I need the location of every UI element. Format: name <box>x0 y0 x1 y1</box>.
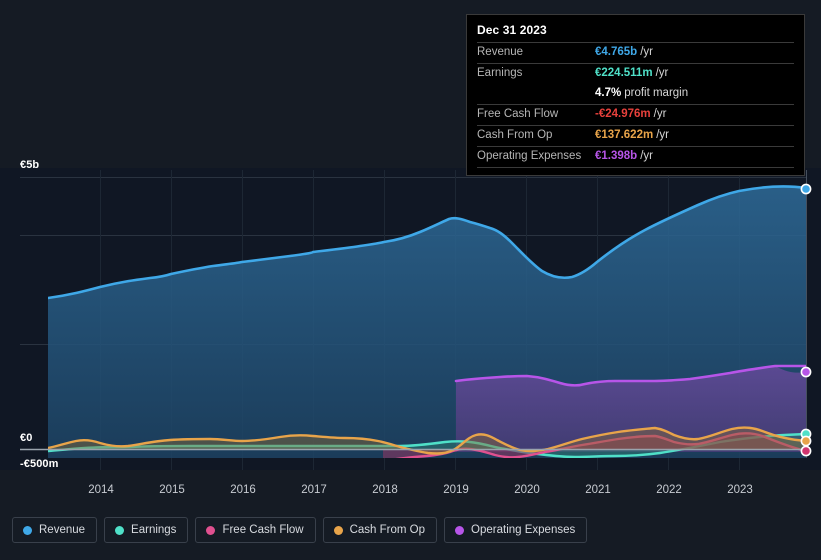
tooltip-value-revenue: €4.765b <box>595 46 637 58</box>
x-axis-label-2019: 2019 <box>443 484 469 496</box>
tooltip-row-profit-margin: 4.7% profit margin <box>477 84 794 104</box>
x-axis-label-2022: 2022 <box>656 484 682 496</box>
chart-screenshot: €5b €0 -€500m 2014 2015 2016 2017 2018 2… <box>0 0 821 560</box>
tooltip-key-earnings: Earnings <box>477 67 595 79</box>
legend-item-free-cash-flow[interactable]: Free Cash Flow <box>195 517 315 543</box>
x-axis-label-2020: 2020 <box>514 484 540 496</box>
endpoint-free-cash-flow <box>801 446 810 455</box>
legend-label-earnings: Earnings <box>131 524 176 536</box>
legend-item-revenue[interactable]: Revenue <box>12 517 97 543</box>
tooltip-unit-operating-expenses: /yr <box>640 150 653 162</box>
endpoint-operating-expenses <box>801 367 810 376</box>
legend-label-revenue: Revenue <box>39 524 85 536</box>
legend-label-operating-expenses: Operating Expenses <box>471 524 575 536</box>
tooltip-value-profit-margin: 4.7% <box>595 87 621 99</box>
data-tooltip: Dec 31 2023 Revenue €4.765b /yr Earnings… <box>466 14 805 176</box>
x-axis-label-2014: 2014 <box>88 484 114 496</box>
legend-dot-cash-from-op <box>334 526 343 535</box>
tooltip-row-operating-expenses: Operating Expenses €1.398b /yr <box>477 146 794 168</box>
legend-dot-revenue <box>23 526 32 535</box>
tooltip-unit-cash-from-op: /yr <box>656 129 669 141</box>
tooltip-date: Dec 31 2023 <box>477 21 794 42</box>
tooltip-value-cash-from-op: €137.622m <box>595 129 653 141</box>
tooltip-value-free-cash-flow: -€24.976m <box>595 108 651 120</box>
tooltip-unit-profit-margin: profit margin <box>624 87 688 99</box>
y-axis-label-top: €5b <box>20 159 39 171</box>
legend-dot-earnings <box>115 526 124 535</box>
x-axis-label-2016: 2016 <box>230 484 256 496</box>
endpoint-revenue <box>801 184 810 193</box>
tooltip-key-free-cash-flow: Free Cash Flow <box>477 108 595 120</box>
y-axis-label-zero: €0 <box>20 432 32 444</box>
tooltip-unit-revenue: /yr <box>640 46 653 58</box>
tooltip-row-cash-from-op: Cash From Op €137.622m /yr <box>477 125 794 146</box>
tooltip-row-earnings: Earnings €224.511m /yr <box>477 63 794 84</box>
x-axis-label-2015: 2015 <box>159 484 185 496</box>
legend-item-operating-expenses[interactable]: Operating Expenses <box>444 517 587 543</box>
legend-label-free-cash-flow: Free Cash Flow <box>222 524 303 536</box>
tooltip-key-revenue: Revenue <box>477 46 595 58</box>
x-axis-label-2023: 2023 <box>727 484 753 496</box>
legend-dot-operating-expenses <box>455 526 464 535</box>
legend-item-cash-from-op[interactable]: Cash From Op <box>323 517 437 543</box>
tooltip-unit-earnings: /yr <box>656 67 669 79</box>
tooltip-value-earnings: €224.511m <box>595 67 653 79</box>
tooltip-key-cash-from-op: Cash From Op <box>477 129 595 141</box>
tooltip-value-operating-expenses: €1.398b <box>595 150 637 162</box>
endpoint-cash-from-op <box>801 436 810 445</box>
tooltip-row-revenue: Revenue €4.765b /yr <box>477 42 794 63</box>
tooltip-key-operating-expenses: Operating Expenses <box>477 150 595 162</box>
legend-label-cash-from-op: Cash From Op <box>350 524 425 536</box>
chart-legend: Revenue Earnings Free Cash Flow Cash Fro… <box>12 517 587 543</box>
tooltip-unit-free-cash-flow: /yr <box>654 108 667 120</box>
x-axis-label-2018: 2018 <box>372 484 398 496</box>
x-axis-label-2021: 2021 <box>585 484 611 496</box>
legend-dot-free-cash-flow <box>206 526 215 535</box>
x-axis-label-2017: 2017 <box>301 484 327 496</box>
tooltip-row-free-cash-flow: Free Cash Flow -€24.976m /yr <box>477 104 794 125</box>
y-axis-label-bottom: -€500m <box>20 458 59 470</box>
legend-item-earnings[interactable]: Earnings <box>104 517 188 543</box>
